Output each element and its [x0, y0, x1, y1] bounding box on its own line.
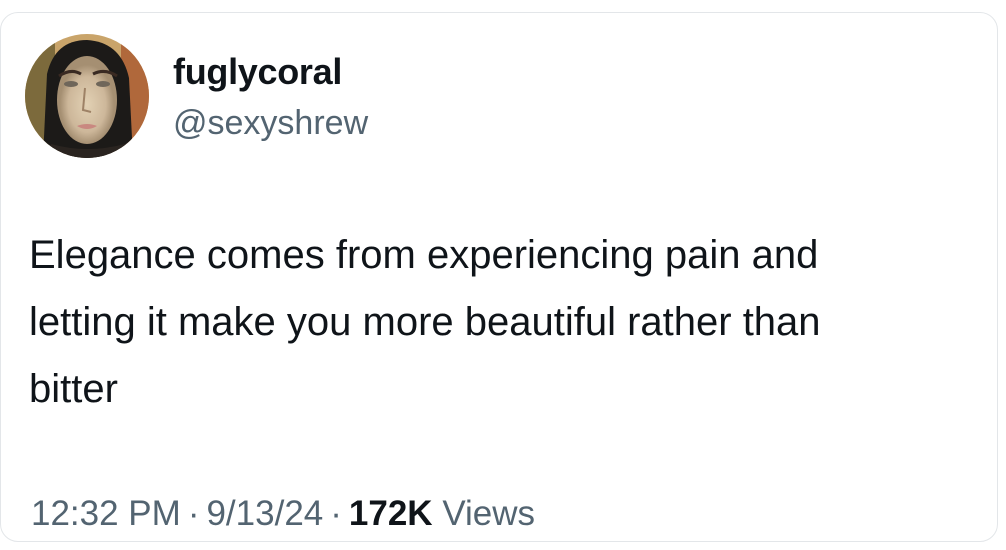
- profile-photo-icon: [25, 34, 149, 158]
- tweet-text-line: bitter: [29, 367, 118, 411]
- views-count[interactable]: 172K: [349, 494, 433, 533]
- tweet-card[interactable]: fuglycoral @sexyshrew Elegance comes fro…: [0, 12, 998, 542]
- tweet-text: Elegance comes from experiencing pain an…: [29, 222, 991, 423]
- tweet-meta: 12:32 PM · 9/13/24 · 172K Views: [31, 492, 535, 536]
- timestamp-time[interactable]: 12:32 PM: [31, 494, 181, 533]
- views-label: Views: [442, 494, 536, 533]
- meta-separator: ·: [330, 494, 342, 533]
- tweet-text-line: letting it make you more beautiful rathe…: [29, 300, 821, 344]
- meta-separator: ·: [187, 494, 200, 533]
- timestamp-date[interactable]: 9/13/24: [206, 494, 323, 533]
- user-handle[interactable]: @sexyshrew: [173, 101, 368, 145]
- avatar[interactable]: [25, 34, 149, 158]
- tweet-text-line: Elegance comes from experiencing pain an…: [29, 233, 819, 277]
- display-name[interactable]: fuglycoral: [173, 50, 342, 94]
